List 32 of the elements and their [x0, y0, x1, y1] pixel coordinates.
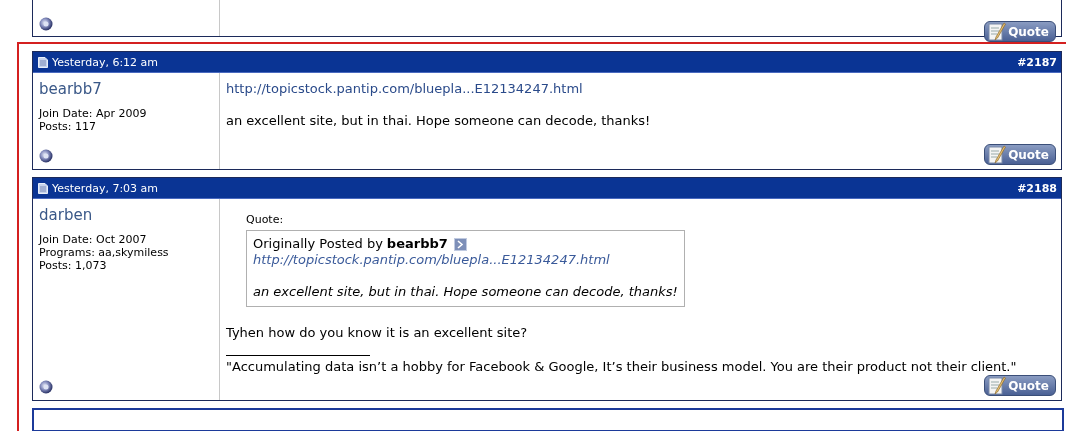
post-number-link[interactable]: #2187 — [1017, 55, 1057, 69]
quote-label: Quote: — [246, 213, 285, 227]
post-date: Yesterday, 6:12 am — [52, 55, 159, 69]
notepad-icon — [988, 144, 1007, 165]
user-info: Programs: aa,skymiless — [39, 246, 169, 259]
username-link[interactable]: darben — [39, 205, 93, 225]
quote-button[interactable]: Quote — [984, 144, 1056, 165]
message-text: Tyhen how do you know it is an excellent site? — [226, 325, 529, 341]
user-info: Posts: 117 — [39, 120, 97, 133]
status-icon — [39, 149, 53, 163]
document-icon — [38, 182, 48, 194]
message-text: an excellent site, but in thai. Hope someone can decode, thanks! — [226, 113, 652, 129]
quote-button[interactable]: Quote — [984, 21, 1056, 42]
post-number-link[interactable]: #2188 — [1017, 181, 1057, 195]
signature-text: "Accumulating data isn’t a hobby for Facebook & Google, It’s their business model. You are their product not their client." — [226, 359, 1018, 375]
status-icon — [39, 17, 53, 31]
view-post-button[interactable] — [453, 237, 467, 251]
document-icon — [38, 56, 48, 68]
status-icon — [39, 380, 53, 394]
quote-author: bearbb7 — [386, 236, 448, 252]
post-date: Yesterday, 7:03 am — [52, 181, 159, 195]
username-link[interactable]: bearbb7 — [39, 79, 102, 99]
user-info: Join Date: Apr 2009 — [39, 107, 147, 120]
quote-button[interactable]: Quote — [984, 375, 1056, 396]
notepad-icon — [988, 21, 1007, 42]
quoted-text: an excellent site, but in thai. Hope someone can decode, thanks! — [253, 284, 678, 300]
user-info: Posts: 1,073 — [39, 259, 108, 272]
quoted-link[interactable]: http://topicstock.pantip.com/bluepla...E12134247.html — [253, 252, 678, 268]
notepad-icon — [988, 375, 1007, 396]
quote-attribution: Originally Posted by — [253, 236, 383, 252]
user-info: Join Date: Oct 2007 — [39, 233, 148, 246]
post-link[interactable]: http://topicstock.pantip.com/bluepla...E12134247.html — [226, 81, 583, 97]
